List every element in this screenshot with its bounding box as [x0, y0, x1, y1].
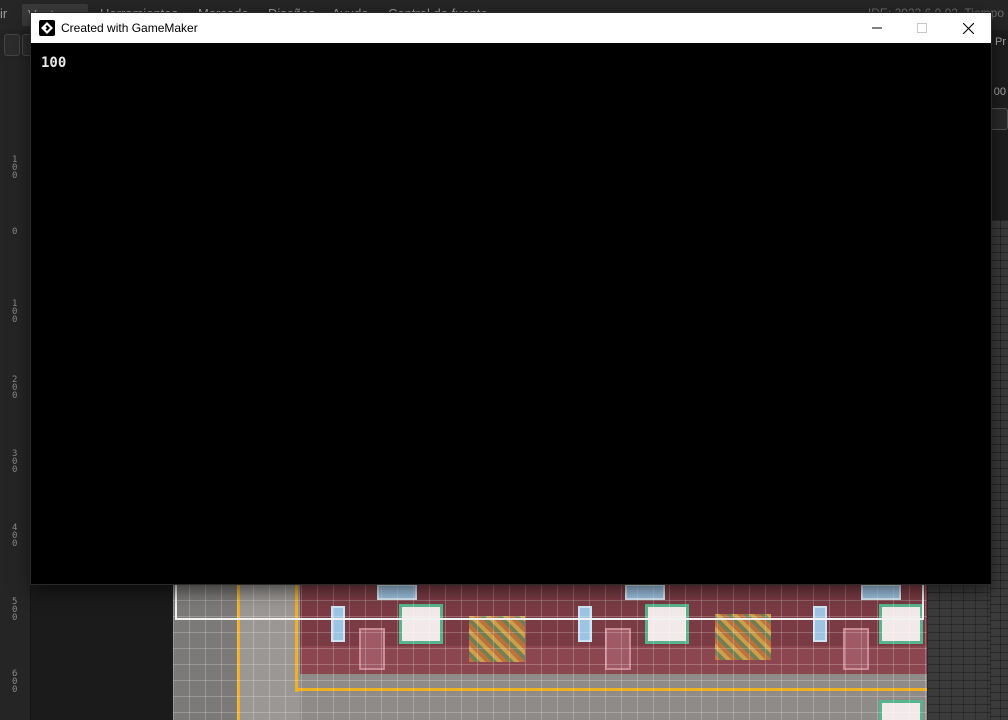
- ide-empty-area: [31, 584, 173, 720]
- vertical-ruler: 100 0 100 200 300 400 500 600: [10, 78, 24, 718]
- ruler-tick: 100: [12, 155, 18, 181]
- menu-item-partial[interactable]: ir: [0, 6, 7, 21]
- room-edge-tiles: [990, 220, 1008, 720]
- toolbar-button[interactable]: [4, 34, 20, 56]
- minimize-icon: [872, 27, 882, 29]
- close-button[interactable]: [945, 13, 991, 43]
- gamemaker-logo-icon: [39, 20, 55, 36]
- right-panel-button[interactable]: [990, 108, 1008, 130]
- maximize-button[interactable]: [899, 13, 945, 43]
- ruler-tick: 300: [12, 449, 18, 475]
- ruler-tick: 100: [12, 299, 18, 325]
- right-panel-label: 00: [993, 86, 1006, 98]
- ruler-tick: 200: [12, 375, 18, 401]
- ruler-tick: 500: [12, 597, 18, 623]
- gamemaker-window[interactable]: Created with GameMaker 100: [31, 13, 991, 584]
- minimize-button[interactable]: [854, 13, 900, 43]
- score-text: 100: [41, 55, 67, 71]
- window-title: Created with GameMaker: [61, 21, 198, 35]
- ruler-tick: 600: [12, 669, 18, 695]
- room-outside-tiles: [927, 584, 990, 720]
- ruler-tick: 0: [12, 227, 18, 237]
- close-icon: [962, 22, 974, 34]
- ruler-tick: 400: [12, 523, 18, 549]
- right-panel-label: Pr: [995, 36, 1006, 48]
- game-canvas[interactable]: 100: [31, 43, 991, 584]
- window-titlebar[interactable]: Created with GameMaker: [31, 13, 991, 43]
- maximize-icon: [917, 23, 927, 33]
- room-selection-outline: [175, 584, 924, 620]
- room-editor-canvas[interactable]: [173, 584, 927, 720]
